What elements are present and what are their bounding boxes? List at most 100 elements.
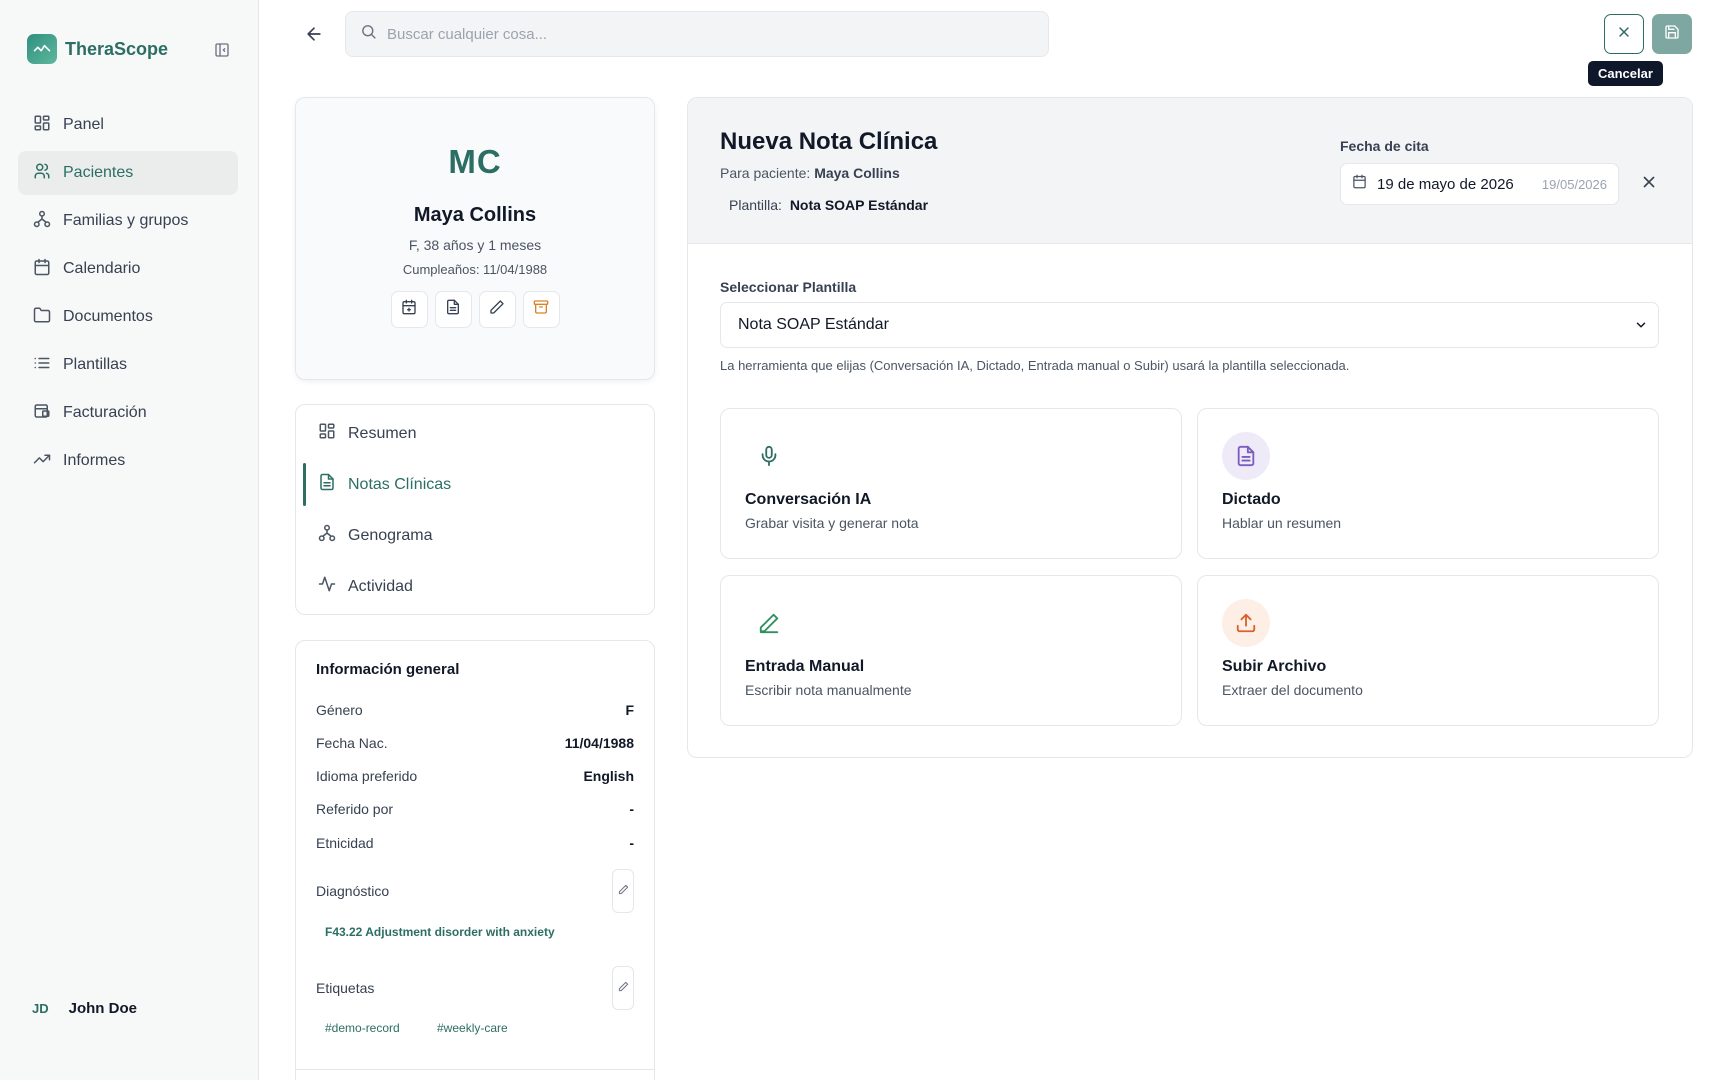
- save-button[interactable]: [1652, 14, 1692, 54]
- ai-conversation-card[interactable]: Conversación IA Grabar visita y generar …: [720, 408, 1182, 559]
- sidebar-item-pacientes[interactable]: Pacientes: [18, 151, 238, 195]
- dictation-card[interactable]: Dictado Hablar un resumen: [1197, 408, 1659, 559]
- note-for-patient: Maya Collins: [814, 165, 900, 181]
- diagnosis-chip: F43.22 Adjustment disorder with anxiety: [325, 925, 555, 939]
- note-title: Nueva Nota Clínica: [720, 128, 938, 155]
- close-icon: [1616, 24, 1632, 45]
- chevron-down-icon: [1634, 318, 1648, 337]
- tab-label: Resumen: [348, 424, 417, 442]
- schedule-appointment-button[interactable]: [390, 291, 428, 328]
- tool-description: Escribir nota manualmente: [745, 682, 912, 698]
- trending-up-icon: [33, 450, 51, 473]
- pencil-icon: [618, 979, 629, 997]
- appointment-date-picker[interactable]: 19 de mayo de 2026 19/05/2026: [1340, 163, 1619, 205]
- template-select[interactable]: Nota SOAP Estándar: [720, 302, 1659, 348]
- file-text-icon: [1222, 432, 1270, 480]
- template-select-value: Nota SOAP Estándar: [738, 316, 889, 333]
- archive-icon: [533, 299, 549, 320]
- microphone-icon: [745, 432, 793, 480]
- patient-age: F, 38 años y 1 meses: [408, 237, 542, 253]
- pencil-icon: [618, 882, 629, 900]
- search-input[interactable]: [387, 25, 1027, 43]
- user-name: John Doe: [68, 1000, 137, 1017]
- tag-chip: #demo-record: [325, 1021, 400, 1035]
- sidebar-item-label: Calendario: [63, 260, 141, 277]
- activity-icon: [318, 575, 336, 598]
- users-icon: [33, 162, 51, 185]
- upload-icon: [1222, 599, 1270, 647]
- note-header: Nueva Nota Clínica Para paciente: Maya C…: [688, 98, 1692, 244]
- search-bar[interactable]: [345, 11, 1049, 57]
- info-row-birthdate: Fecha Nac. 11/04/1988: [316, 735, 634, 751]
- back-arrow-icon[interactable]: [302, 22, 326, 46]
- patient-tabs: Resumen Notas Clínicas Genograma Activid…: [295, 404, 655, 615]
- sidebar-item-plantillas[interactable]: Plantillas: [18, 343, 238, 387]
- therascope-logo-icon: [27, 34, 57, 64]
- info-row-gender: Género F: [316, 702, 634, 718]
- note-template-name: Nota SOAP Estándar: [789, 197, 929, 213]
- edit-tags-button[interactable]: [612, 966, 634, 1010]
- patient-name: Maya Collins: [413, 204, 537, 226]
- pencil-icon: [489, 299, 505, 320]
- brand[interactable]: TheraScope: [27, 34, 168, 64]
- sidebar-nav: Panel Pacientes Familias y grupos Calend…: [18, 103, 238, 487]
- calendar-icon: [33, 258, 51, 281]
- general-info-card: Información general Género F Fecha Nac. …: [295, 640, 655, 1080]
- tool-title: Subir Archivo: [1222, 658, 1327, 675]
- calendar-plus-icon: [401, 299, 417, 320]
- general-info-title: Información general: [316, 661, 460, 678]
- sidebar-item-label: Plantillas: [63, 356, 128, 373]
- info-value: -: [629, 835, 634, 851]
- info-value: English: [583, 768, 634, 784]
- info-value: 11/04/1988: [564, 735, 634, 751]
- diagnosis-label: Diagnóstico: [316, 883, 390, 899]
- tab-actividad[interactable]: Actividad: [296, 561, 654, 612]
- sidebar-collapse-icon[interactable]: [213, 41, 231, 59]
- tab-label: Genograma: [348, 526, 433, 544]
- appointment-date-value: 19 de mayo de 2026: [1377, 175, 1514, 193]
- appointment-date-short: 19/05/2026: [1541, 176, 1607, 192]
- user-menu[interactable]: JD John Doe: [32, 1000, 137, 1017]
- list-icon: [33, 354, 51, 377]
- tab-genograma[interactable]: Genograma: [296, 510, 654, 561]
- info-label: Fecha Nac.: [316, 735, 388, 751]
- sidebar-item-familias[interactable]: Familias y grupos: [18, 199, 238, 243]
- upload-file-card[interactable]: Subir Archivo Extraer del documento: [1197, 575, 1659, 726]
- cancel-tooltip: Cancelar: [1588, 61, 1663, 86]
- folder-icon: [33, 306, 51, 329]
- note-for-label: Para paciente:: [720, 165, 811, 181]
- info-label: Referido por: [316, 801, 394, 817]
- info-row-ethnicity: Etnicidad -: [316, 835, 634, 851]
- info-value: -: [629, 801, 634, 817]
- sidebar-item-documentos[interactable]: Documentos: [18, 295, 238, 339]
- info-row-referred-by: Referido por -: [316, 801, 634, 817]
- pencil-icon: [745, 599, 793, 647]
- tool-title: Entrada Manual: [745, 658, 865, 675]
- note-template-line: Plantilla: Nota SOAP Estándar: [729, 197, 928, 213]
- tab-label: Actividad: [348, 577, 413, 595]
- tags-label: Etiquetas: [316, 980, 375, 996]
- new-note-button[interactable]: [434, 291, 472, 328]
- edit-patient-button[interactable]: [478, 291, 516, 328]
- note-template-label: Plantilla:: [729, 197, 782, 213]
- sidebar-item-informes[interactable]: Informes: [18, 439, 238, 483]
- sidebar-item-panel[interactable]: Panel: [18, 103, 238, 147]
- info-row-language: Idioma preferido English: [316, 768, 634, 784]
- info-label: Etnicidad: [316, 835, 374, 851]
- tool-description: Hablar un resumen: [1222, 515, 1342, 531]
- manual-entry-card[interactable]: Entrada Manual Escribir nota manualmente: [720, 575, 1182, 726]
- sidebar-item-label: Familias y grupos: [63, 212, 189, 229]
- tag-chip: #weekly-care: [437, 1021, 508, 1035]
- close-icon[interactable]: [1636, 169, 1662, 195]
- appointment-date-label: Fecha de cita: [1340, 138, 1429, 154]
- sidebar-item-label: Informes: [63, 452, 126, 469]
- tab-notas-clinicas[interactable]: Notas Clínicas: [296, 459, 654, 510]
- edit-diagnosis-button[interactable]: [612, 869, 634, 913]
- tab-resumen[interactable]: Resumen: [296, 408, 654, 459]
- archive-patient-button[interactable]: [522, 291, 560, 328]
- sidebar-item-facturacion[interactable]: Facturación: [18, 391, 238, 435]
- cancel-button[interactable]: [1604, 14, 1644, 54]
- sidebar-item-calendario[interactable]: Calendario: [18, 247, 238, 291]
- tool-description: Grabar visita y generar nota: [745, 515, 919, 531]
- file-text-icon: [318, 473, 336, 496]
